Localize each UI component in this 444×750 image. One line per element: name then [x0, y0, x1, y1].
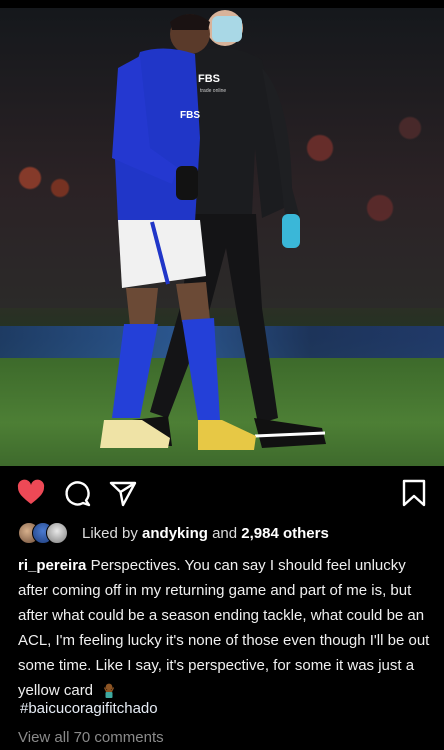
liked-by-user[interactable]: andyking [142, 525, 208, 542]
bookmark-icon[interactable] [399, 478, 429, 508]
liked-by-suffix: and [212, 524, 238, 542]
caption-text: Perspectives. You can say I should feel … [18, 557, 430, 699]
paper-plane-icon[interactable] [108, 478, 138, 508]
jacket-sponsor-subtext: trade online [200, 88, 226, 94]
players-illustration: FBS trade online FBS [100, 10, 326, 450]
liker-avatars[interactable] [18, 522, 78, 544]
caption-username[interactable]: ri_pereira [18, 557, 86, 574]
person-shrugging-emoji [101, 681, 117, 698]
heart-filled-icon[interactable] [16, 478, 46, 508]
hashtag-link[interactable]: #baicucoragifitchado [20, 700, 158, 717]
likes-summary: Liked by andyking and 2,984 others [18, 522, 329, 544]
jacket-sponsor-text: FBS [198, 73, 220, 85]
comment-bubble-icon[interactable] [62, 478, 92, 508]
liked-by-prefix: Liked by [82, 524, 138, 542]
likes-text[interactable]: Liked by andyking and 2,984 others [82, 525, 329, 542]
shirt-sponsor-text: FBS [180, 110, 200, 121]
view-all-comments-link[interactable]: View all 70 comments [18, 729, 164, 746]
post-photo[interactable]: FBS trade online FBS [0, 8, 444, 466]
post-caption: ri_pereira Perspectives. You can say I s… [18, 553, 436, 703]
avatar[interactable] [46, 522, 68, 544]
post-actions-bar [0, 478, 444, 508]
liked-by-count[interactable]: 2,984 others [241, 525, 329, 542]
